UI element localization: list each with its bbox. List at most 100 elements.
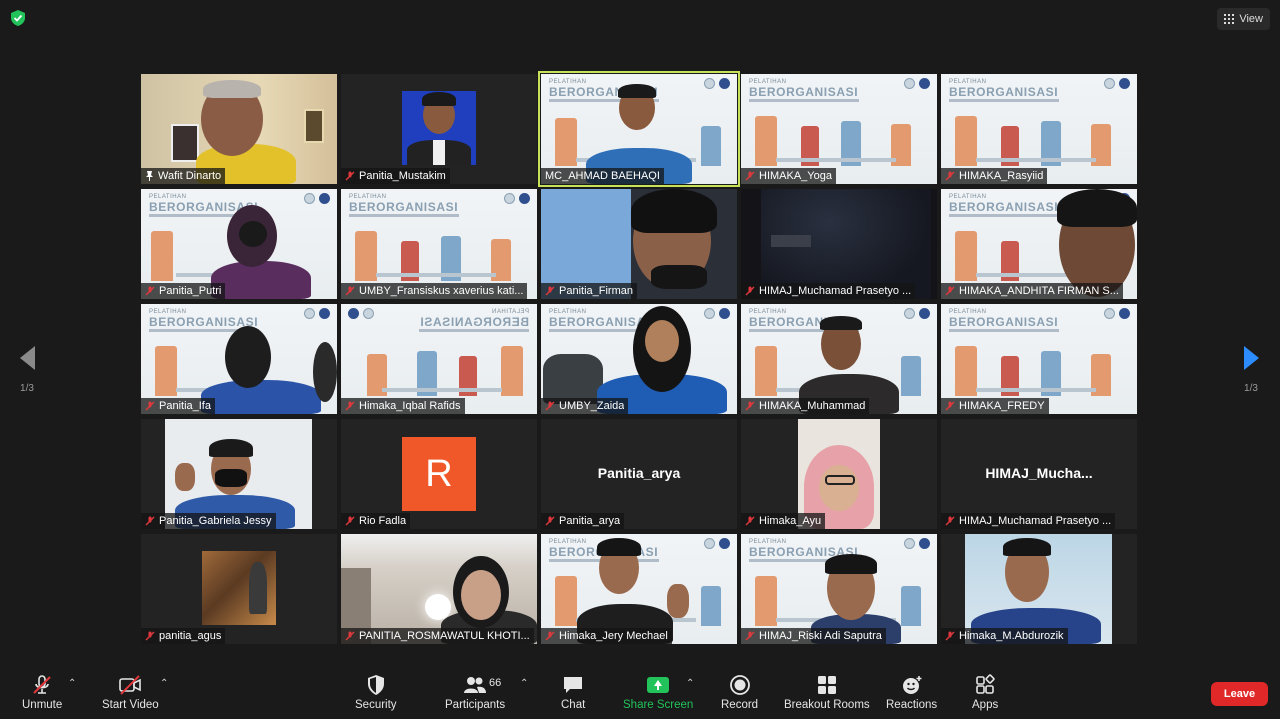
participant-name-tag: HIMAJ_Muchamad Prasetyo ...: [941, 513, 1116, 529]
video-tile[interactable]: PELATIHAN BERORGANISASI Himaka_Iqbal Raf…: [341, 304, 537, 414]
video-tile[interactable]: PELATIHAN BERORGANISASI Panitia_Putri: [141, 189, 337, 299]
video-tile-avatar[interactable]: R Rio Fadla: [341, 419, 537, 529]
mic-muted-icon: [145, 286, 155, 296]
video-tile[interactable]: Panitia_Firman: [541, 189, 737, 299]
zoom-meeting-window: View 1/3 1/3 Wafit Dinarto Panitia_Musta…: [0, 0, 1280, 719]
participant-name-tag: Wafit Dinarto: [141, 168, 226, 184]
video-tile[interactable]: PELATIHAN BERORGANISASI UMBY_Zaida: [541, 304, 737, 414]
chat-icon: [564, 677, 583, 693]
participant-display-name: HIMAJ_Mucha...: [985, 465, 1093, 481]
previous-page-button[interactable]: 1/3: [12, 346, 42, 394]
mic-off-icon: [33, 675, 51, 694]
mic-muted-icon: [545, 516, 555, 526]
mic-muted-icon: [945, 401, 955, 411]
video-tile[interactable]: PELATIHAN BERORGANISASI HIMAJ_Riski Adi …: [741, 534, 937, 644]
apps-icon: [976, 674, 995, 694]
mic-muted-icon: [745, 516, 755, 526]
apps-button[interactable]: Apps: [972, 674, 998, 711]
participant-name-tag: HIMAKA_Muhammad: [741, 398, 870, 414]
audio-options-chevron[interactable]: ⌃: [68, 678, 76, 689]
participant-name-tag: Panitia_arya: [541, 513, 625, 529]
video-tile[interactable]: PELATIHAN BERORGANISASI Panitia_Ifa: [141, 304, 337, 414]
pin-icon: [146, 171, 153, 181]
share-options-chevron[interactable]: ⌃: [686, 678, 694, 689]
mic-muted-icon: [745, 631, 755, 641]
video-off-icon: [119, 675, 142, 695]
video-tile[interactable]: PELATIHAN BERORGANISASI UMBY_Fransiskus …: [341, 189, 537, 299]
participant-name-tag: Himaka_Jery Mechael: [541, 628, 672, 644]
video-tile[interactable]: HIMAJ_Muchamad Prasetyo ...: [741, 189, 937, 299]
mic-muted-icon: [345, 631, 355, 641]
video-tile[interactable]: PELATIHAN BERORGANISASI HIMAKA_FREDY: [941, 304, 1137, 414]
mic-muted-icon: [745, 171, 755, 181]
start-video-button[interactable]: Start Video: [102, 674, 159, 711]
video-tile[interactable]: PELATIHAN BERORGANISASI HIMAKA_Yoga: [741, 74, 937, 184]
video-tile[interactable]: PELATIHAN BERORGANISASI HIMAKA_Muhammad: [741, 304, 937, 414]
smiley-plus-icon: [902, 676, 922, 694]
mic-muted-icon: [745, 286, 755, 296]
video-tile[interactable]: PELATIHAN BERORGANISASI HIMAKA_ANDHITA F…: [941, 189, 1137, 299]
security-shield-icon[interactable]: [9, 9, 27, 27]
video-tile-no-video[interactable]: Panitia_arya Panitia_arya: [541, 419, 737, 529]
participant-name-tag: UMBY_Zaida: [541, 398, 629, 414]
video-tile[interactable]: PELATIHAN BERORGANISASI HIMAKA_Rasyiid: [941, 74, 1137, 184]
participant-name-tag: Panitia_Mustakim: [341, 168, 450, 184]
participant-name-tag: HIMAKA_ANDHITA FIRMAN S...: [941, 283, 1123, 299]
video-tile[interactable]: PANITIA_ROSMAWATUL KHOTI...: [341, 534, 537, 644]
page-indicator-right: 1/3: [1244, 383, 1258, 394]
next-page-button[interactable]: 1/3: [1236, 346, 1266, 394]
participant-name-tag: panitia_agus: [141, 628, 226, 644]
participant-name-tag: Rio Fadla: [341, 513, 411, 529]
video-tile[interactable]: Himaka_Ayu: [741, 419, 937, 529]
unmute-button[interactable]: Unmute: [22, 674, 62, 711]
participants-icon: [464, 677, 487, 693]
avatar: R: [402, 437, 476, 511]
mic-muted-icon: [945, 171, 955, 181]
video-tile-active-speaker[interactable]: PELATIHAN BERORGANISASI MC_AHMAD BAEHAQI: [538, 71, 740, 187]
page-indicator-left: 1/3: [20, 383, 34, 394]
video-tile-no-video[interactable]: HIMAJ_Mucha... HIMAJ_Muchamad Prasetyo .…: [941, 419, 1137, 529]
mic-muted-icon: [945, 631, 955, 641]
mic-muted-icon: [545, 401, 555, 411]
reactions-button[interactable]: Reactions: [886, 674, 937, 711]
participant-name-tag: HIMAKA_Rasyiid: [941, 168, 1048, 184]
video-options-chevron[interactable]: ⌃: [160, 678, 168, 689]
video-tile[interactable]: Panitia_Mustakim: [341, 74, 537, 184]
security-button[interactable]: Security: [355, 674, 397, 711]
share-screen-button[interactable]: Share Screen: [623, 674, 693, 711]
shield-icon: [367, 675, 384, 695]
video-tile[interactable]: panitia_agus: [141, 534, 337, 644]
mic-muted-icon: [945, 286, 955, 296]
video-tile[interactable]: Wafit Dinarto: [141, 74, 337, 184]
record-button[interactable]: Record: [721, 674, 758, 711]
participant-name-tag: Himaka_Iqbal Rafids: [341, 398, 465, 414]
leave-button[interactable]: Leave: [1211, 682, 1268, 706]
mic-muted-icon: [945, 516, 955, 526]
mic-muted-icon: [745, 401, 755, 411]
breakout-rooms-icon: [817, 676, 836, 694]
breakout-rooms-button[interactable]: Breakout Rooms: [784, 674, 870, 711]
participant-name-tag: Panitia_Putri: [141, 283, 226, 299]
grid-view-icon: [1224, 14, 1235, 24]
mic-muted-icon: [345, 516, 355, 526]
mic-muted-icon: [145, 631, 155, 641]
video-tile[interactable]: Himaka_M.Abdurozik: [941, 534, 1137, 644]
video-tile[interactable]: PELATIHAN BERORGANISASI Himaka_Jery Mech…: [541, 534, 737, 644]
participant-name-tag: Himaka_M.Abdurozik: [941, 628, 1068, 644]
video-tile[interactable]: Panitia_Gabriela Jessy: [141, 419, 337, 529]
chevron-left-icon: [19, 346, 35, 370]
mic-muted-icon: [545, 631, 555, 641]
chat-button[interactable]: Chat: [561, 674, 585, 711]
record-icon: [729, 675, 750, 695]
participants-count: 66: [489, 677, 502, 689]
participant-name-tag: HIMAJ_Riski Adi Saputra: [741, 628, 886, 644]
participant-name-tag: HIMAKA_Yoga: [741, 168, 836, 184]
participant-name-tag: Himaka_Ayu: [741, 513, 826, 529]
participant-name-tag: Panitia_Ifa: [141, 398, 215, 414]
participant-name-tag: HIMAKA_FREDY: [941, 398, 1049, 414]
participants-options-chevron[interactable]: ⌃: [520, 678, 528, 689]
view-button[interactable]: View: [1217, 8, 1270, 30]
view-label: View: [1239, 13, 1263, 25]
participant-name-tag: Panitia_Gabriela Jessy: [141, 513, 276, 529]
gallery-grid: Wafit Dinarto Panitia_Mustakim PELATIHAN…: [141, 71, 1139, 644]
